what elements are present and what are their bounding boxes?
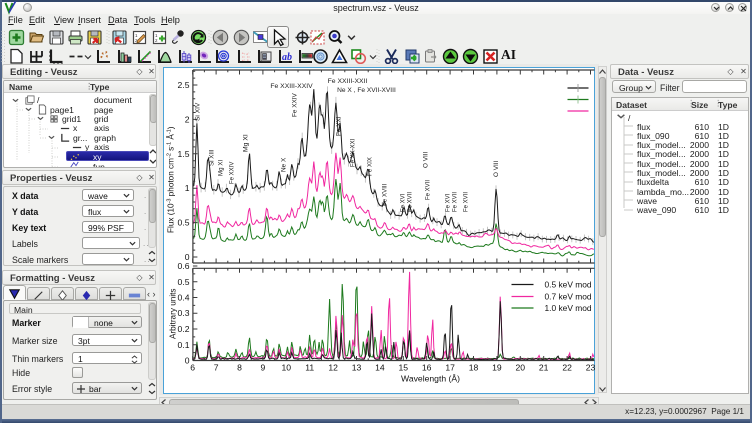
svg-text:11: 11 (305, 363, 314, 373)
svg-text:0.1: 0.1 (177, 340, 189, 350)
svg-text:Fe XVII: Fe XVII (425, 180, 431, 200)
svg-text:Si XIV: Si XIV (194, 102, 201, 121)
svg-text:1: 1 (184, 183, 189, 193)
svg-text:Fe XVI: Fe XVI (445, 193, 451, 212)
svg-text:1.5: 1.5 (177, 149, 189, 159)
svg-text:0.5: 0.5 (177, 277, 189, 287)
svg-text:0.2: 0.2 (177, 324, 189, 334)
svg-text:0.7 keV mod: 0.7 keV mod (544, 292, 591, 302)
svg-text:19: 19 (492, 363, 502, 373)
svg-text:Fe XXIV: Fe XXIV (291, 92, 298, 117)
svg-text:15: 15 (398, 363, 408, 373)
svg-text:Fe XXIII-XXII: Fe XXIII-XXII (327, 78, 367, 85)
svg-text:2: 2 (184, 114, 189, 124)
svg-text:Fe XVII: Fe XVII (407, 192, 413, 212)
svg-text:0: 0 (184, 356, 189, 366)
svg-text:7: 7 (213, 363, 218, 373)
svg-text:12: 12 (328, 363, 338, 373)
svg-text:8: 8 (237, 363, 242, 373)
svg-text:Fe XVIII: Fe XVIII (381, 183, 388, 206)
svg-text:Ne X: Ne X (280, 157, 287, 172)
svg-text:20: 20 (515, 363, 525, 373)
svg-text:9: 9 (260, 363, 265, 373)
svg-text:10: 10 (281, 363, 291, 373)
svg-text:16: 16 (421, 363, 431, 373)
svg-text:2.5: 2.5 (177, 80, 189, 90)
svg-text:Fe XX-XXI: Fe XX-XXI (350, 138, 356, 167)
svg-text:0.4: 0.4 (177, 293, 189, 303)
svg-text:6: 6 (190, 363, 195, 373)
svg-text:0.6: 0.6 (177, 261, 189, 271)
svg-text:17: 17 (445, 363, 455, 373)
svg-text:22: 22 (562, 363, 572, 373)
svg-text:Fe XVII: Fe XVII (452, 192, 458, 212)
svg-text:0.3: 0.3 (177, 308, 189, 318)
svg-text:Fe XVII: Fe XVII (463, 192, 469, 212)
svg-text:13: 13 (351, 363, 361, 373)
svg-text:23: 23 (585, 363, 595, 373)
svg-text:O VIII: O VIII (493, 160, 500, 177)
svg-text:Mg XI: Mg XI (242, 134, 249, 152)
svg-text:0.5 keV mod: 0.5 keV mod (544, 280, 591, 290)
svg-text:14: 14 (375, 363, 385, 373)
svg-text:Arbitrary units: Arbitrary units (168, 288, 177, 339)
svg-text:Fe XXIV: Fe XXIV (229, 162, 235, 184)
svg-text:Mg XI: Mg XI (217, 160, 224, 176)
svg-text:18: 18 (468, 363, 478, 373)
svg-text:Fe XXI: Fe XXI (335, 116, 342, 136)
svg-text:Fe XXIII-XXIV: Fe XXIII-XXIV (270, 83, 313, 90)
svg-text:Ne X , Fe XVII-XVIII: Ne X , Fe XVII-XVIII (337, 87, 396, 94)
svg-text:0.5: 0.5 (177, 218, 189, 228)
svg-text:O VIII: O VIII (422, 151, 429, 168)
svg-text:1.0 keV mod: 1.0 keV mod (544, 303, 591, 313)
svg-text:Wavelength (Å): Wavelength (Å) (401, 374, 460, 384)
svg-text:Flux (10-3 photon cm-2 s-1 Å-1: Flux (10-3 photon cm-2 s-1 Å-1) (165, 126, 175, 233)
svg-text:Si XIII: Si XIII (208, 149, 215, 166)
svg-text:ab: ab (282, 52, 292, 63)
svg-text:Fe XIX: Fe XIX (366, 157, 373, 176)
svg-text:21: 21 (538, 363, 548, 373)
svg-text:Fe XVI: Fe XVI (400, 193, 406, 212)
